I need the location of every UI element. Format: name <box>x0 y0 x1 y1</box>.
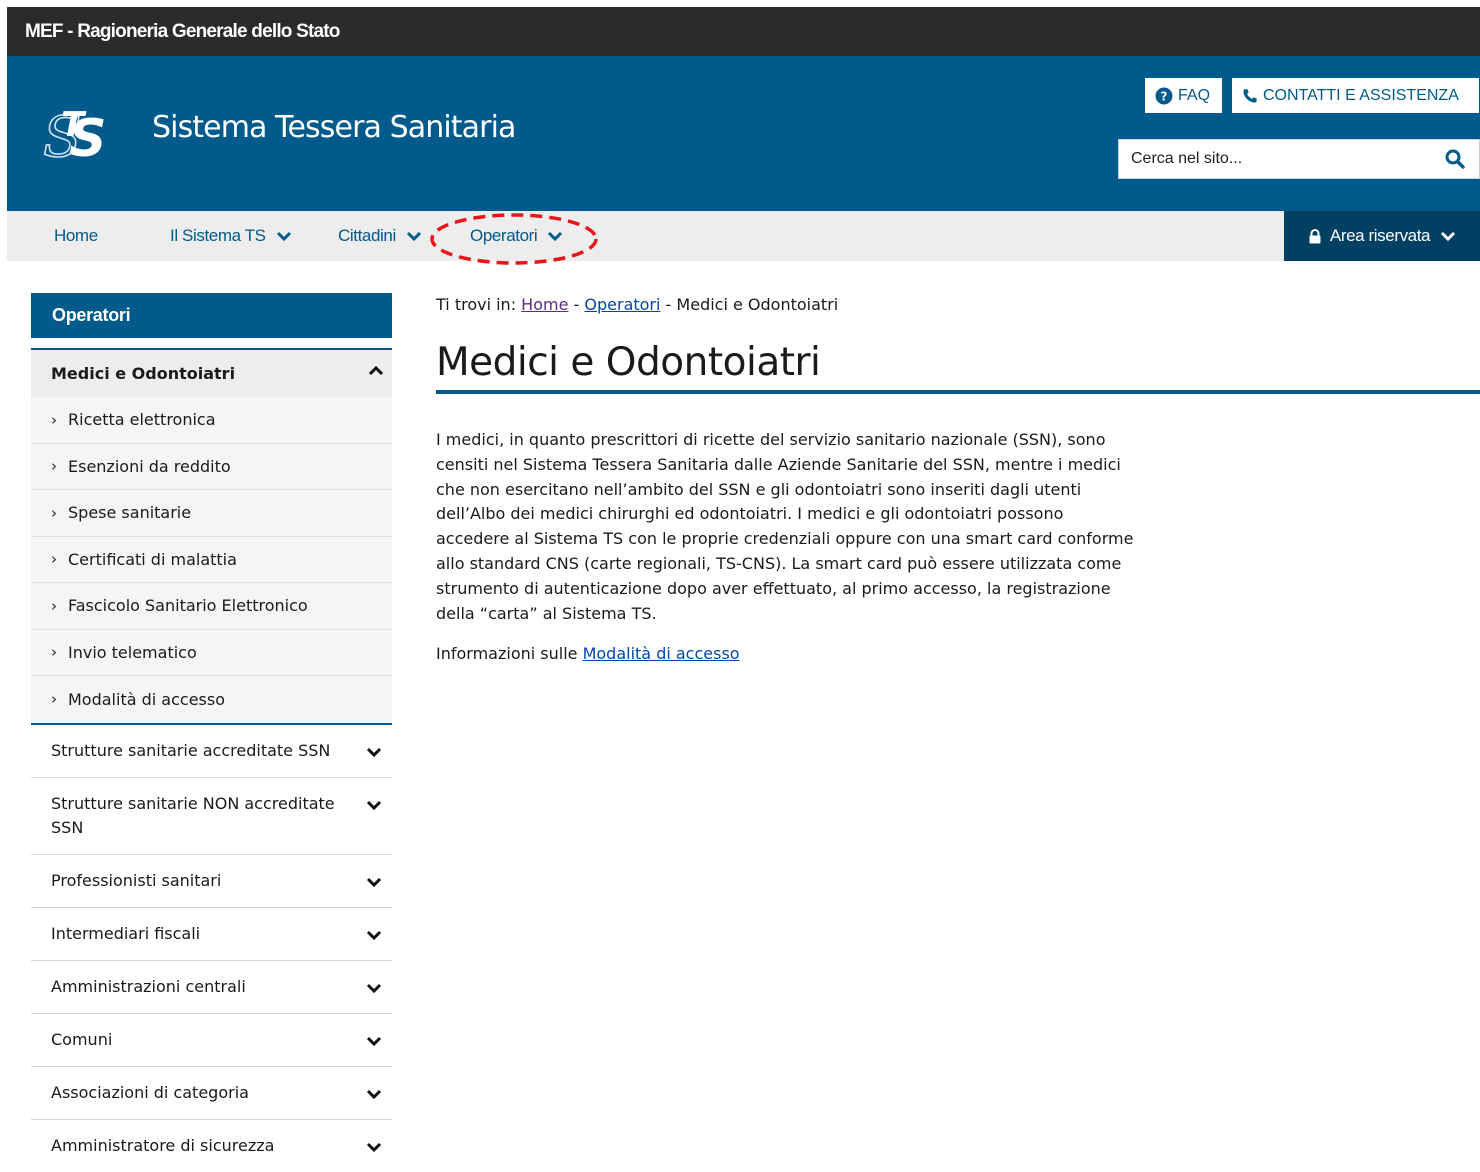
nav-item-label: Home <box>54 226 98 245</box>
chevron-right-icon: › <box>51 503 57 522</box>
search-box <box>1118 139 1480 179</box>
nav-item-il-sistema-ts[interactable]: Il Sistema TS <box>170 211 292 261</box>
contatti-label: CONTATTI E ASSISTENZA <box>1263 86 1459 104</box>
sidebar-item-label: Comuni <box>51 1030 113 1049</box>
main-nav: Home Il Sistema TS Cittadini Operatori A… <box>7 211 1480 265</box>
breadcrumb: Ti trovi in: Home - Operatori - Medici e… <box>436 295 838 314</box>
modalita-di-accesso-link[interactable]: Modalità di accesso <box>583 644 740 663</box>
sidebar-item-medici-e-odontoiatri[interactable]: Medici e Odontoiatri <box>31 348 392 397</box>
sidebar-item-professionisti-sanitari[interactable]: Professionisti sanitari <box>31 855 392 908</box>
title-divider <box>436 390 1480 394</box>
intro-paragraph: I medici, in quanto prescrittori di rice… <box>436 430 1134 623</box>
chevron-down-icon <box>366 930 382 940</box>
sidebar-item-strutture-non-accreditate[interactable]: Strutture sanitarie NON accreditate SSN <box>31 778 392 855</box>
chevron-right-icon: › <box>51 643 57 662</box>
question-circle-icon: ? <box>1155 87 1173 104</box>
site-header: S S T Sistema Tessera Sanitaria ? FAQ CO… <box>7 56 1480 211</box>
submenu-label: Ricetta elettronica <box>68 410 216 430</box>
sidebar-heading[interactable]: Operatori <box>31 293 392 338</box>
contatti-button[interactable]: CONTATTI E ASSISTENZA <box>1232 78 1479 113</box>
chevron-right-icon: › <box>51 550 57 569</box>
breadcrumb-link-operatori[interactable]: Operatori <box>584 295 660 314</box>
submenu-label: Fascicolo Sanitario Elettronico <box>68 596 308 616</box>
sidebar-item-label: Amministratore di sicurezza <box>51 1136 275 1155</box>
breadcrumb-prefix: Ti trovi in: <box>436 295 517 314</box>
search-input[interactable] <box>1119 140 1424 178</box>
chevron-down-icon <box>548 231 563 241</box>
svg-text:?: ? <box>1161 89 1168 103</box>
sidebar-item-label: Associazioni di categoria <box>51 1083 249 1102</box>
submenu-label: Modalità di accesso <box>68 689 225 709</box>
submenu-item-invio-telematico[interactable]: › Invio telematico <box>31 629 392 676</box>
nav-item-home[interactable]: Home <box>54 211 98 261</box>
area-riservata-label: Area riservata <box>1329 226 1431 245</box>
chevron-down-icon <box>1441 231 1456 241</box>
area-riservata-button[interactable]: Area riservata <box>1284 211 1480 261</box>
sidebar-heading-label: Operatori <box>52 305 131 325</box>
breadcrumb-current: Medici e Odontoiatri <box>676 295 839 314</box>
nav-item-label: Il Sistema TS <box>170 226 266 245</box>
chevron-down-icon <box>366 747 382 757</box>
nav-item-operatori[interactable]: Operatori <box>470 211 563 261</box>
chevron-down-icon <box>276 231 291 241</box>
sidebar-item-amministrazioni-centrali[interactable]: Amministrazioni centrali <box>31 961 392 1014</box>
sidebar-item-label: Strutture sanitarie accreditate SSN <box>51 741 331 760</box>
faq-button[interactable]: ? FAQ <box>1145 78 1222 113</box>
breadcrumb-separator: - <box>665 295 672 314</box>
category-list: Strutture sanitarie accreditate SSN Stru… <box>31 725 392 1172</box>
chevron-down-icon <box>406 231 421 241</box>
submenu-list: › Ricetta elettronica › Esenzioni da reddi… <box>31 397 392 723</box>
chevron-right-icon: › <box>51 690 57 709</box>
info-line: Informazioni sulle Modalità di accesso <box>436 644 740 663</box>
sidebar-item-label: Strutture sanitarie NON accreditate SSN <box>51 794 335 837</box>
svg-text:T: T <box>61 106 87 145</box>
chevron-up-icon <box>368 366 384 376</box>
sidebar-item-strutture-accreditate[interactable]: Strutture sanitarie accreditate SSN <box>31 725 392 778</box>
sidebar-item-intermediari-fiscali[interactable]: Intermediari fiscali <box>31 908 392 961</box>
sidebar-item-label: Amministrazioni centrali <box>51 977 246 996</box>
breadcrumb-link-home[interactable]: Home <box>521 295 568 314</box>
chevron-down-icon <box>366 1142 382 1152</box>
submenu-label: Certificati di malattia <box>68 549 237 569</box>
search-icon <box>1445 149 1465 169</box>
breadcrumb-separator: - <box>573 295 580 314</box>
submenu-label: Spese sanitarie <box>68 503 192 523</box>
submenu-item-modalita-di-accesso[interactable]: › Modalità di accesso <box>31 676 392 723</box>
chevron-down-icon <box>366 800 382 810</box>
submenu-item-spese-sanitarie[interactable]: › Spese sanitarie <box>31 490 392 537</box>
sidebar-item-label: Medici e Odontoiatri <box>51 364 236 383</box>
submenu-item-ricetta-elettronica[interactable]: › Ricetta elettronica <box>31 397 392 444</box>
phone-icon <box>1243 88 1257 103</box>
search-button[interactable] <box>1431 140 1479 178</box>
submenu-item-esenzioni-da-reddito[interactable]: › Esenzioni da reddito <box>31 443 392 490</box>
sidebar-item-associazioni-di-categoria[interactable]: Associazioni di categoria <box>31 1067 392 1120</box>
chevron-down-icon <box>366 1089 382 1099</box>
faq-label: FAQ <box>1178 86 1211 104</box>
site-title[interactable]: Sistema Tessera Sanitaria <box>152 110 516 145</box>
chevron-down-icon <box>366 983 382 993</box>
page-title: Medici e Odontoiatri <box>436 340 821 385</box>
chevron-down-icon <box>366 877 382 887</box>
chevron-down-icon <box>366 1036 382 1046</box>
submenu-item-fascicolo-sanitario-elettronico[interactable]: › Fascicolo Sanitario Elettronico <box>31 583 392 630</box>
chevron-right-icon: › <box>51 410 57 429</box>
submenu-item-certificati-di-malattia[interactable]: › Certificati di malattia <box>31 536 392 583</box>
submenu-label: Esenzioni da reddito <box>68 456 231 476</box>
sidebar-item-label: Professionisti sanitari <box>51 871 222 890</box>
info-prefix: Informazioni sulle <box>436 644 578 663</box>
nav-item-label: Cittadini <box>338 226 396 245</box>
nav-item-cittadini[interactable]: Cittadini <box>338 211 422 261</box>
lock-icon <box>1309 228 1321 243</box>
sidebar-item-label: Intermediari fiscali <box>51 924 201 943</box>
ts-logo-icon[interactable]: S S T <box>43 106 135 164</box>
nav-item-label: Operatori <box>470 226 538 245</box>
sidebar-item-comuni[interactable]: Comuni <box>31 1014 392 1067</box>
submenu-label: Invio telematico <box>68 642 197 662</box>
sidebar-item-amministratore-di-sicurezza[interactable]: Amministratore di sicurezza <box>31 1120 392 1172</box>
chevron-right-icon: › <box>51 596 57 615</box>
chevron-right-icon: › <box>51 457 57 476</box>
page: MEF - Ragioneria Generale dello Stato S … <box>7 7 1480 1155</box>
top-bar-title[interactable]: MEF - Ragioneria Generale dello Stato <box>25 21 340 43</box>
top-bar: MEF - Ragioneria Generale dello Stato <box>7 7 1480 56</box>
